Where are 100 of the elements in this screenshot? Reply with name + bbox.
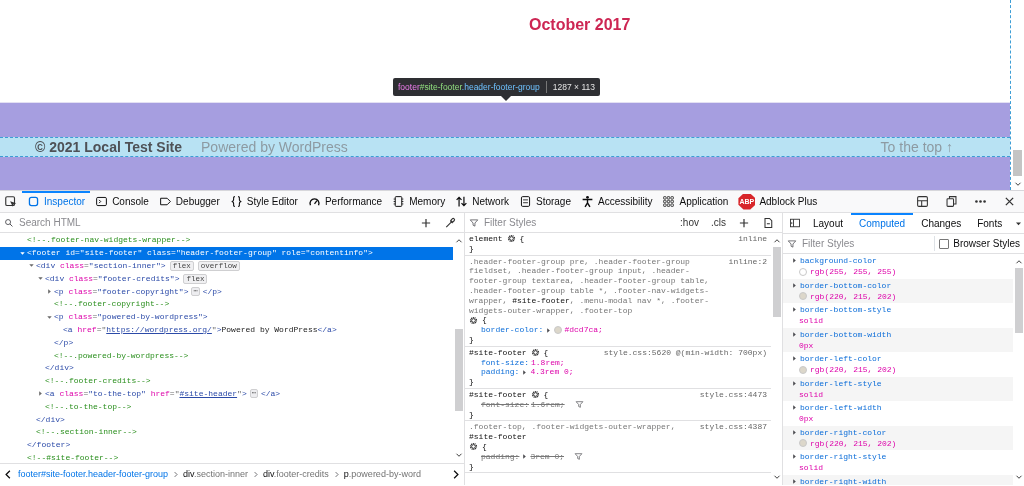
expand-triangle-icon[interactable] [521,453,529,461]
windows-icon[interactable] [945,195,958,208]
expand-triangle-icon[interactable] [791,453,798,460]
scroll-down-icon[interactable] [772,473,781,481]
scroll-down-icon[interactable] [454,451,463,459]
scrollbar-thumb[interactable] [454,329,463,411]
css-property[interactable]: font-size: [481,357,529,368]
disclosure-triangle-icon[interactable] [36,275,44,283]
scroll-down-icon[interactable] [1013,180,1022,188]
expand-triangle-icon[interactable] [521,368,529,376]
css-property[interactable]: padding: [481,367,520,378]
css-property[interactable]: padding: [481,451,520,462]
browser-styles-checkbox[interactable] [939,238,950,249]
devtools-tab[interactable]: Console [90,191,154,212]
element-picker-icon[interactable] [4,194,18,209]
print-media-icon[interactable] [762,216,774,229]
sidebar-toggle-icon[interactable] [789,217,801,229]
scroll-up-icon[interactable] [1014,258,1023,266]
expand-triangle-icon[interactable] [791,257,798,264]
scrollbar-thumb[interactable] [1014,268,1023,333]
devtools-tab[interactable]: Storage [513,191,576,212]
layout-icon[interactable] [916,195,929,208]
css-source-link[interactable]: style.css:4387 [699,422,767,452]
disclosure-triangle-icon[interactable] [45,288,53,296]
breadcrumb[interactable]: div.footer-credits [262,467,329,482]
eyedropper-icon[interactable] [444,216,456,229]
hover-states-toggle[interactable]: :hov [676,215,703,230]
tree-row[interactable]: <!--.powered-by-wordpress--> [0,349,453,362]
breadcrumb[interactable]: p.powered-by-word [343,467,421,482]
scrollbar-thumb[interactable] [1013,150,1022,176]
css-property[interactable]: border-color: [481,325,544,335]
tree-row[interactable]: <!--#site-footer--> [0,451,453,463]
css-property[interactable]: font-size: [481,399,529,410]
expand-triangle-icon[interactable] [791,355,798,362]
disclosure-triangle-icon[interactable] [36,390,44,398]
scrollbar-thumb[interactable] [772,247,781,317]
filter-styles-field[interactable]: Filter Styles [482,213,673,232]
tree-row[interactable]: <!--.footer-credits--> [0,374,453,388]
tree-row[interactable]: <!--.footer-copyright--> [0,298,453,311]
css-source-link[interactable]: style.css:4473 [699,389,767,400]
devtools-tab[interactable]: Style Editor [224,191,303,212]
gear-icon[interactable] [469,442,478,452]
breadcrumb[interactable]: footer#site-footer.header-footer-group [18,467,169,482]
sidebar-tab[interactable]: Fonts [969,213,1011,233]
breadcrumb[interactable]: div.section-inner [183,467,248,482]
scroll-up-icon[interactable] [454,237,463,245]
filter-icon[interactable] [574,452,583,462]
devtools-tab[interactable]: Network [450,191,514,212]
sidebar-tab[interactable]: Computed [851,213,914,233]
css-value[interactable]: 1.6rem; [531,399,565,410]
tree-row[interactable]: <footer id="site-footer" class="header-footer-group" role="contentinfo"> [0,246,453,260]
add-rule-icon[interactable] [738,216,750,229]
expand-triangle-icon[interactable] [791,281,798,289]
tree-row[interactable]: <!--.section-inner--> [0,425,453,439]
filter-icon[interactable] [574,400,584,410]
filter-styles-field[interactable]: Filter Styles [800,234,931,253]
expand-triangle-icon[interactable] [791,477,798,485]
devtools-tab[interactable]: Performance [302,191,388,212]
gear-icon[interactable] [469,315,478,325]
disclosure-triangle-icon[interactable] [18,249,26,257]
devtools-tab[interactable]: Accessibility [576,191,658,212]
classes-toggle[interactable]: .cls [707,215,730,230]
devtools-tab[interactable]: Memory [387,191,451,212]
css-source-link[interactable]: inline [738,234,767,244]
css-source-link[interactable]: style.css:5620 @(min-width: 700px) [603,347,767,358]
sidebar-tab[interactable]: Layout [805,213,852,233]
expand-triangle-icon[interactable] [791,379,798,387]
expand-triangle-icon[interactable] [791,404,798,411]
css-value[interactable]: #dcd7ca; [564,325,603,335]
markup-link[interactable]: #site-header [179,388,238,398]
devtools-tab[interactable]: Inspector [22,191,91,212]
scroll-up-icon[interactable] [772,237,781,245]
devtools-tab[interactable]: Debugger [153,191,225,212]
gear-icon[interactable] [506,234,516,244]
expand-triangle-icon[interactable] [791,306,798,313]
add-node-icon[interactable] [420,216,432,229]
disclosure-triangle-icon[interactable] [45,313,53,321]
expand-triangle-icon[interactable] [791,330,798,338]
search-html-field[interactable]: Search HTML [17,213,412,232]
gear-icon[interactable] [530,348,540,358]
gear-icon[interactable] [530,390,540,400]
devtools-tab[interactable]: Application [657,191,734,212]
scroll-down-icon[interactable] [1014,473,1023,481]
expand-triangle-icon[interactable] [791,428,798,436]
tree-row[interactable]: <p class="powered-by-wordpress"> [0,310,453,324]
css-brace: { [543,389,549,400]
color-swatch[interactable] [554,326,563,335]
expand-triangle-icon[interactable] [545,326,553,334]
tree-row[interactable]: <!--.to-the-top--> [0,400,453,414]
css-value[interactable]: 1.8rem; [531,357,565,368]
tree-row[interactable]: <a href="https://wordpress.org/">Powered by WordPress</a> [0,323,453,337]
markup-link[interactable]: https://wordpress.org/ [106,324,212,334]
tree-row[interactable]: <!--.footer-nav-widgets-wrapper--> [0,234,453,247]
css-value[interactable]: 4.3rem 0; [530,367,574,378]
css-value[interactable]: 3rem 0; [530,451,564,462]
computed-property: border-right-style [800,451,887,462]
sidebar-tab[interactable]: Changes [913,213,970,233]
close-icon[interactable] [1003,195,1016,208]
disclosure-triangle-icon[interactable] [27,262,35,270]
css-source-link[interactable]: inline:2 [728,256,767,326]
